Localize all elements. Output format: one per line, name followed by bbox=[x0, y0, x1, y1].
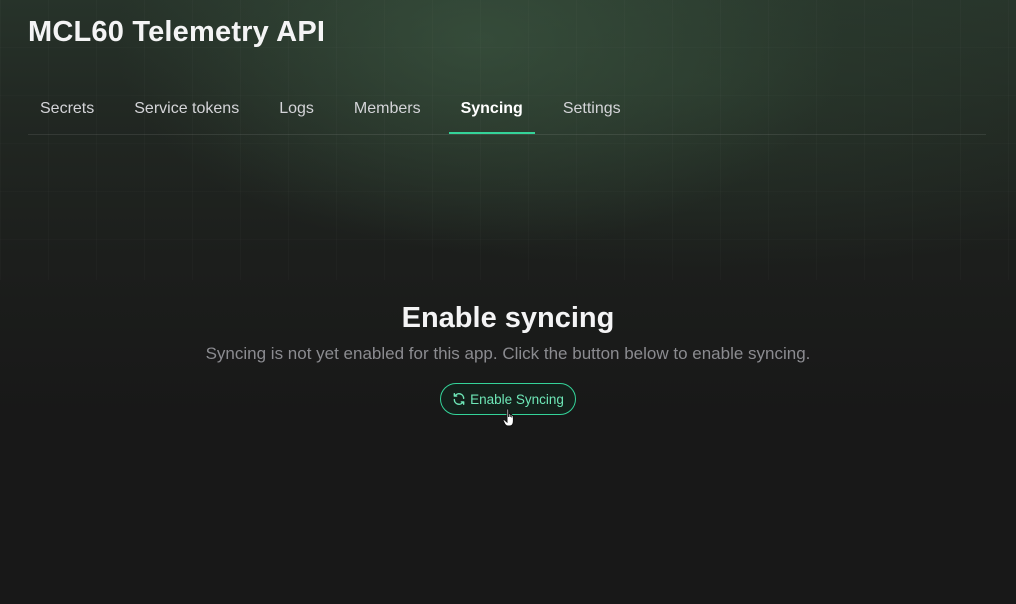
tab-secrets[interactable]: Secrets bbox=[28, 86, 106, 134]
empty-state-description: Syncing is not yet enabled for this app.… bbox=[205, 344, 811, 363]
tab-members[interactable]: Members bbox=[342, 86, 433, 134]
tab-settings[interactable]: Settings bbox=[551, 86, 633, 134]
tab-syncing[interactable]: Syncing bbox=[448, 86, 535, 134]
enable-syncing-button-label: Enable Syncing bbox=[470, 391, 564, 407]
refresh-icon bbox=[452, 392, 466, 406]
enable-syncing-button[interactable]: Enable Syncing bbox=[440, 383, 576, 415]
empty-state-title: Enable syncing bbox=[401, 302, 615, 334]
tab-logs[interactable]: Logs bbox=[267, 86, 326, 134]
page: MCL60 Telemetry API Secrets Service toke… bbox=[0, 0, 1016, 604]
tab-bar: Secrets Service tokens Logs Members Sync… bbox=[28, 86, 986, 135]
tab-service-tokens[interactable]: Service tokens bbox=[122, 86, 251, 134]
syncing-empty-state: Enable syncing Syncing is not yet enable… bbox=[0, 298, 1016, 415]
app-title: MCL60 Telemetry API bbox=[28, 16, 326, 48]
